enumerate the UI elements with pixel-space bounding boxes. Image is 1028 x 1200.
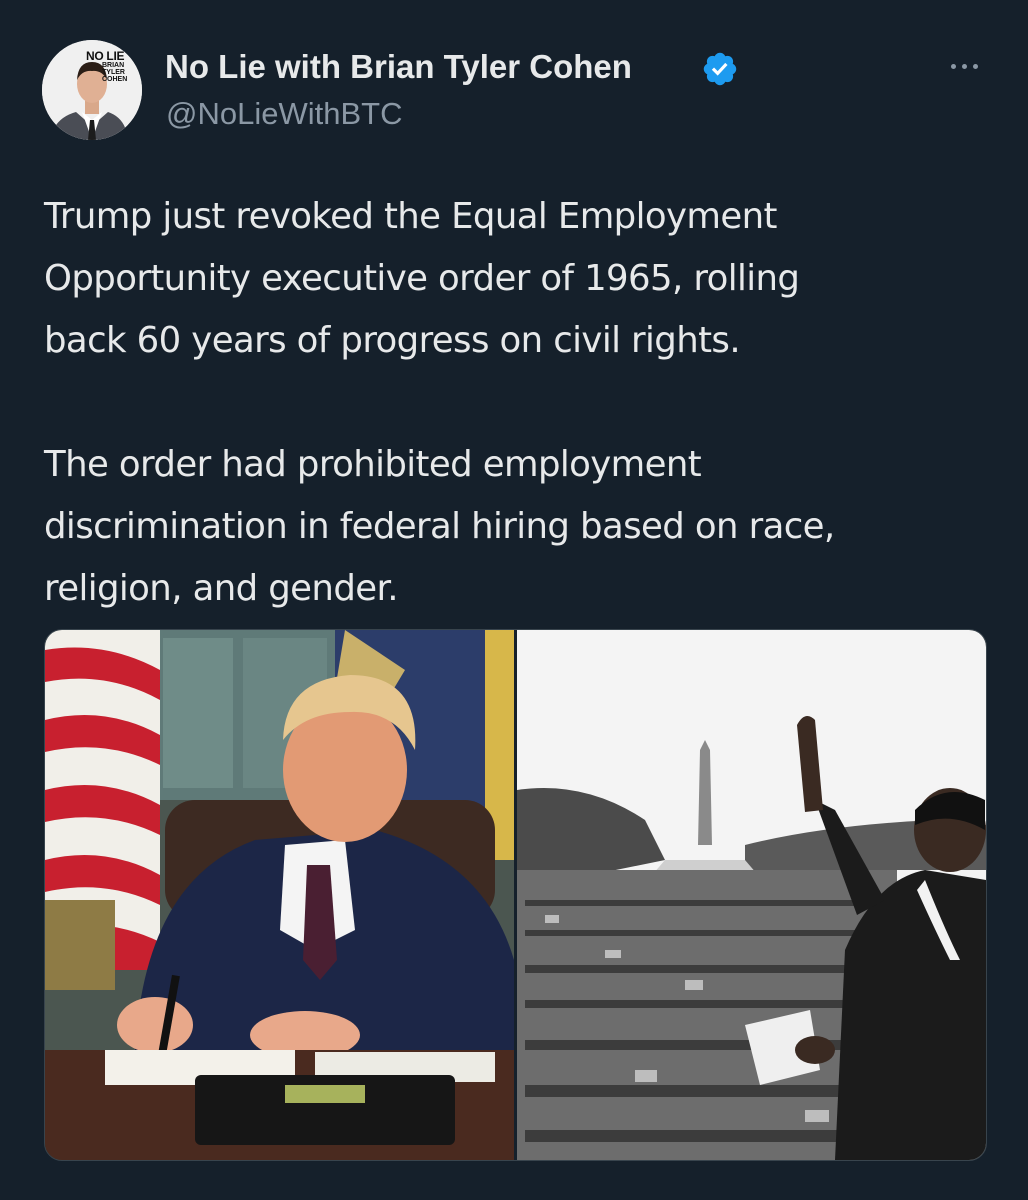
tweet: NO LIE BRIAN TYLER COHEN No Lie with Bri… xyxy=(0,0,1028,1200)
civil-rights-march-crowd[interactable] xyxy=(517,630,986,1160)
more-dot xyxy=(961,63,967,69)
author-display-name[interactable]: No Lie with Brian Tyler Cohen xyxy=(165,48,632,86)
tweet-text: Trump just revoked the Equal Employment … xyxy=(44,186,1004,620)
president-signing-at-desk[interactable] xyxy=(45,630,514,1160)
avatar-brand-text: NO LIE BRIAN TYLER COHEN xyxy=(86,50,134,83)
avatar[interactable]: NO LIE BRIAN TYLER COHEN xyxy=(42,40,142,140)
author-handle[interactable]: @NoLieWithBTC xyxy=(166,96,402,132)
tweet-paragraph: The order had prohibited employment disc… xyxy=(44,444,835,609)
avatar-brand-line: NO LIE xyxy=(86,49,125,63)
avatar-brand-line: BRIAN xyxy=(102,62,125,69)
avatar-brand-line: TYLER xyxy=(102,69,125,76)
tweet-paragraph: Trump just revoked the Equal Employment … xyxy=(44,196,800,361)
avatar-brand-line: COHEN xyxy=(102,76,128,83)
more-dot xyxy=(950,63,956,69)
tweet-media[interactable] xyxy=(44,629,987,1161)
more-dot xyxy=(972,63,978,69)
more-options-icon[interactable] xyxy=(942,56,986,76)
verified-badge-icon xyxy=(703,52,737,86)
